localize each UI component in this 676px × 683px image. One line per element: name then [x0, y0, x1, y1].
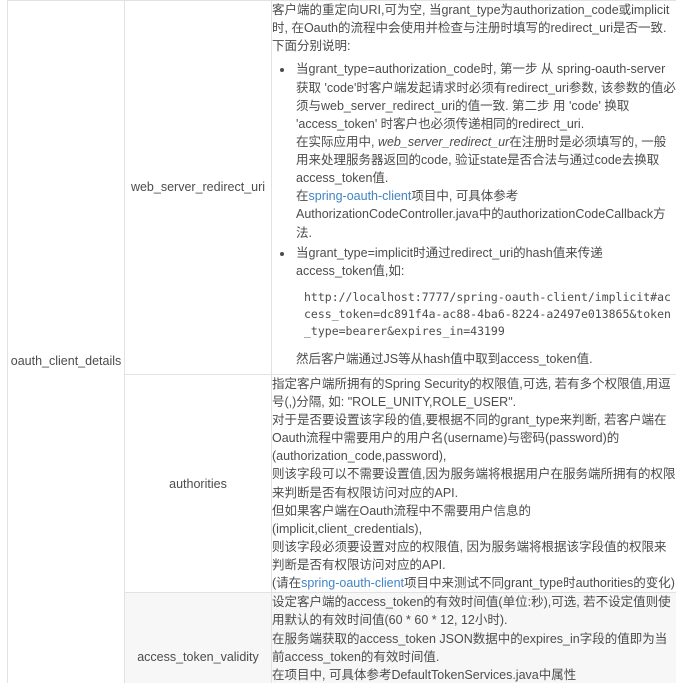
bullet-text-4: 在: [296, 189, 309, 204]
description-line: (authorization_code,password),: [272, 449, 447, 464]
paren-open-text: (请在: [272, 576, 302, 591]
bullet-text-2: 在实际应用中,: [296, 134, 378, 149]
description-line: 设定客户端的access_token的有效时间值(单位:秒),可选, 若不设定值…: [272, 595, 671, 628]
field-name-authorities: authorities: [124, 373, 272, 594]
bullet-text-implicit: 当grant_type=implicit时通过redirect_uri的hash…: [296, 245, 603, 278]
description-line-with-link: (请在spring-oauth-client项目中来测试不同grant_type…: [272, 574, 676, 592]
description-bullet-list: 当grant_type=authorization_code时, 第一步 从 s…: [272, 60, 676, 367]
description-line: 指定客户端所拥有的Spring Security的权限值,可选, 若有多个权限值…: [272, 376, 671, 409]
after-code-text: 然后客户端通过JS等从hash值中取到access_token值.: [296, 351, 593, 366]
field-name-access-token-validity: access_token_validity: [124, 592, 272, 683]
description-line: 但如果客户端在Oauth流程中不需要用户信息的: [272, 503, 532, 518]
bullet-text-1: 当grant_type=authorization_code时, 第一步 从 s…: [296, 62, 676, 131]
code-block-implicit-url: http://localhost:7777/spring-oauth-clien…: [304, 289, 671, 339]
description-line: (implicit,client_credentials),: [272, 521, 423, 536]
field-name-web-server-redirect-uri: web_server_redirect_uri: [124, 0, 272, 375]
description-line: 则该字段可以不需要设置值,因为服务端将根据用户在服务端所拥有的权限来判断是否有权…: [272, 467, 676, 500]
description-cell-authorities: 指定客户端所拥有的Spring Security的权限值,可选, 若有多个权限值…: [271, 373, 676, 594]
list-item: 当grant_type=implicit时通过redirect_uri的hash…: [294, 244, 676, 368]
table-name-cell: oauth_client_details: [7, 0, 125, 683]
table-row: oauth_client_details web_server_redirect…: [7, 0, 676, 683]
italic-field-reference: web_server_redirect_ur: [377, 134, 510, 149]
description-cell-web-server-redirect-uri: 客户端的重定向URI,可为空, 当grant_type为authorizatio…: [271, 0, 676, 375]
description-cell-access-token-validity: 设定客户端的access_token的有效时间值(单位:秒),可选, 若不设定值…: [271, 592, 676, 683]
description-line: 在项目中, 可具体参考DefaultTokenServices.java中属性a…: [272, 667, 577, 682]
oauth-client-details-table: oauth_client_details web_server_redirect…: [7, 0, 676, 683]
paren-tail-text: 项目中来测试不同grant_type时authorities的变化): [404, 576, 675, 591]
link-spring-oauth-client[interactable]: spring-oauth-client: [301, 576, 404, 590]
link-spring-oauth-client[interactable]: spring-oauth-client: [309, 189, 412, 203]
description-line: 则该字段必须要设置对应的权限值, 因为服务端将根据该字段值的权限来判断是否有权限…: [272, 539, 667, 572]
table-body: oauth_client_details web_server_redirect…: [7, 0, 676, 683]
description-line: 在服务端获取的access_token JSON数据中的expires_in字段…: [272, 631, 668, 664]
description-line: 对于是否要设置该字段的值,要根据不同的grant_type来判断, 若客户端在O…: [272, 413, 667, 446]
description-intro: 客户端的重定向URI,可为空, 当grant_type为authorizatio…: [272, 3, 670, 54]
list-item: 当grant_type=authorization_code时, 第一步 从 s…: [294, 60, 676, 241]
